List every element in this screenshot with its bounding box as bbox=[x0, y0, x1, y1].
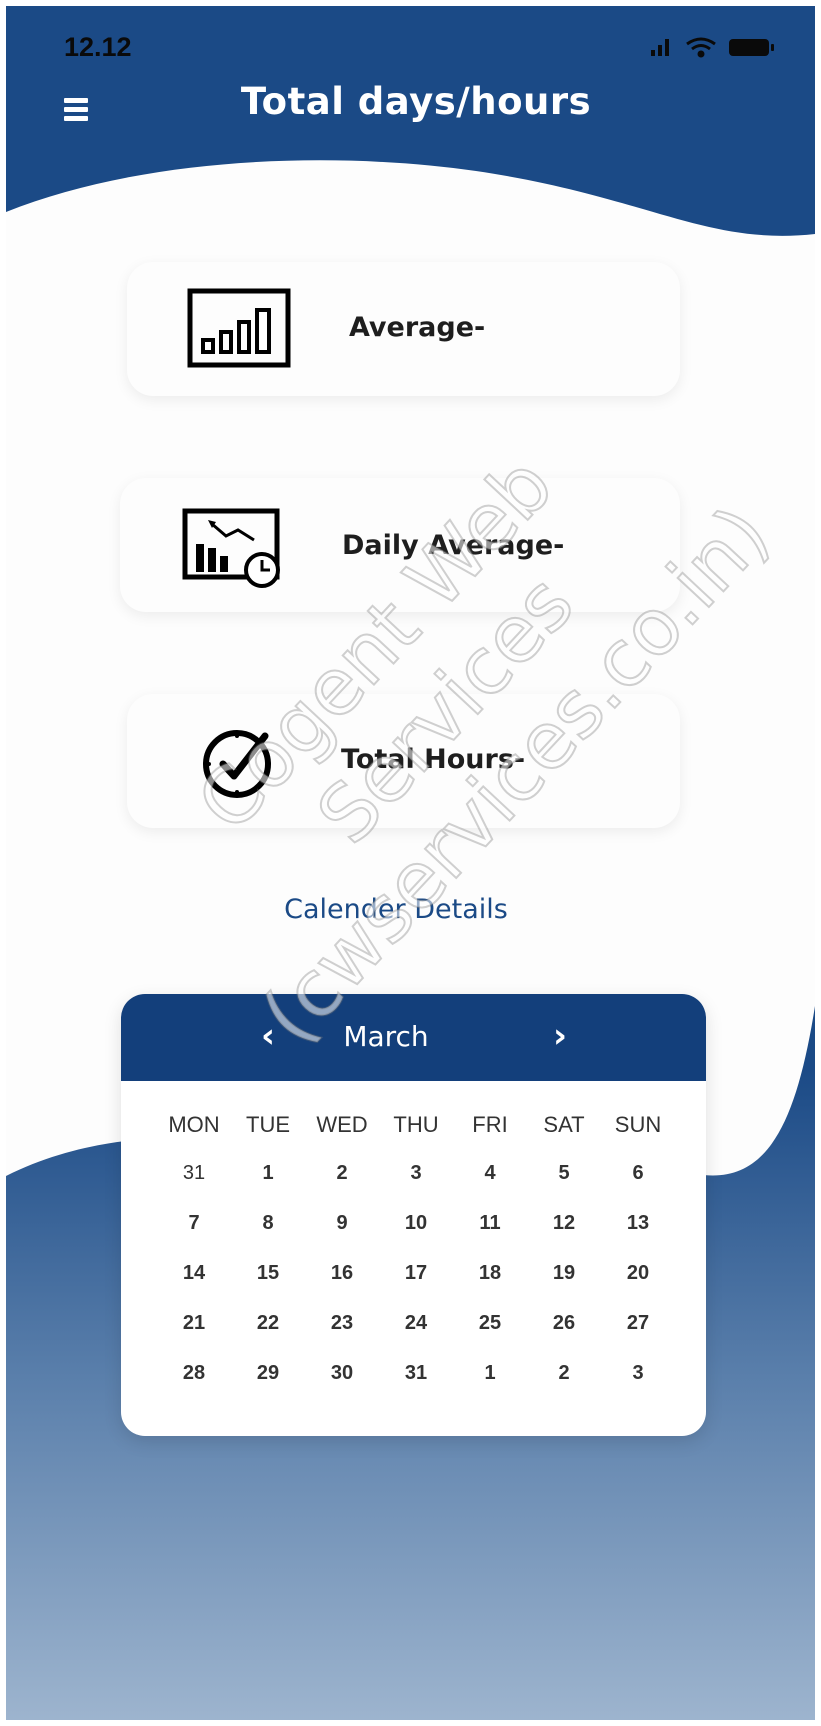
date-cell[interactable]: 23 bbox=[305, 1312, 379, 1335]
average-label: Average- bbox=[349, 312, 486, 343]
status-time: 12.12 bbox=[64, 32, 132, 62]
app-screen: 12.12 Total days/hours Average- Daily Av… bbox=[6, 6, 815, 1720]
date-cell[interactable]: 13 bbox=[601, 1212, 675, 1235]
date-cell[interactable]: 3 bbox=[379, 1162, 453, 1185]
week-row: 14 15 16 17 18 19 20 bbox=[121, 1262, 706, 1312]
calendar-month: March bbox=[343, 1020, 429, 1053]
weekday-label: SUN bbox=[614, 1112, 662, 1137]
hamburger-icon bbox=[64, 98, 88, 121]
date-cell[interactable]: 17 bbox=[379, 1262, 453, 1285]
date-cell[interactable]: 30 bbox=[305, 1362, 379, 1385]
wifi-icon bbox=[686, 37, 716, 58]
date-cell[interactable]: 1 bbox=[231, 1162, 305, 1185]
calendar-details-link[interactable]: Calender Details bbox=[256, 894, 536, 925]
next-month-button[interactable]: › bbox=[553, 1016, 567, 1056]
page-title: Total days/hours bbox=[240, 80, 592, 123]
date-cell[interactable]: 31 bbox=[379, 1362, 453, 1385]
date-cell[interactable]: 11 bbox=[453, 1212, 527, 1235]
date-cell[interactable]: 7 bbox=[157, 1212, 231, 1235]
date-cell[interactable]: 28 bbox=[157, 1362, 231, 1385]
date-cell[interactable]: 14 bbox=[157, 1262, 231, 1285]
signal-icon bbox=[651, 39, 669, 56]
week-row: 31 1 2 3 4 5 6 bbox=[121, 1162, 706, 1212]
weekday-label: SAT bbox=[543, 1112, 585, 1137]
date-cell[interactable]: 3 bbox=[601, 1362, 675, 1385]
daily-average-card[interactable]: Daily Average- bbox=[120, 478, 680, 612]
week-row: 21 22 23 24 25 26 27 bbox=[121, 1312, 706, 1362]
chart-clock-icon bbox=[182, 508, 280, 588]
weekday-label: MON bbox=[168, 1112, 220, 1137]
date-cell[interactable]: 6 bbox=[601, 1162, 675, 1185]
date-cell[interactable]: 16 bbox=[305, 1262, 379, 1285]
date-cell[interactable]: 22 bbox=[231, 1312, 305, 1335]
week-row: 28 29 30 31 1 2 3 bbox=[121, 1362, 706, 1412]
status-bar: 12.12 bbox=[6, 6, 815, 76]
weekday-label: WED bbox=[316, 1112, 368, 1137]
week-row: 7 8 9 10 11 12 13 bbox=[121, 1212, 706, 1262]
calendar-header: ‹ March › bbox=[121, 994, 706, 1081]
status-icons bbox=[651, 37, 774, 58]
weekday-label: FRI bbox=[472, 1112, 508, 1137]
date-cell[interactable]: 4 bbox=[453, 1162, 527, 1185]
calendar: ‹ March › MON TUE WED THU FRI SAT SUN 31… bbox=[121, 994, 706, 1436]
date-cell[interactable]: 26 bbox=[527, 1312, 601, 1335]
weekday-label: TUE bbox=[246, 1112, 290, 1137]
weekday-label: THU bbox=[393, 1112, 439, 1137]
date-cell[interactable]: 21 bbox=[157, 1312, 231, 1335]
total-hours-card[interactable]: Total Hours- bbox=[127, 694, 680, 828]
average-card[interactable]: Average- bbox=[127, 262, 680, 396]
date-cell[interactable]: 24 bbox=[379, 1312, 453, 1335]
date-cell[interactable]: 19 bbox=[527, 1262, 601, 1285]
clock-check-icon bbox=[203, 730, 271, 798]
date-cell[interactable]: 25 bbox=[453, 1312, 527, 1335]
menu-button[interactable] bbox=[62, 94, 92, 124]
daily-average-label: Daily Average- bbox=[342, 530, 565, 561]
date-cell[interactable]: 10 bbox=[379, 1212, 453, 1235]
date-cell[interactable]: 5 bbox=[527, 1162, 601, 1185]
calendar-grid: MON TUE WED THU FRI SAT SUN 31 1 2 3 4 5… bbox=[121, 1112, 706, 1412]
bar-chart-icon bbox=[187, 288, 291, 368]
total-hours-label: Total Hours- bbox=[341, 744, 526, 775]
date-cell[interactable]: 1 bbox=[453, 1362, 527, 1385]
date-cell[interactable]: 2 bbox=[527, 1362, 601, 1385]
date-cell[interactable]: 15 bbox=[231, 1262, 305, 1285]
weekday-row: MON TUE WED THU FRI SAT SUN bbox=[121, 1112, 706, 1162]
date-cell[interactable]: 20 bbox=[601, 1262, 675, 1285]
date-cell[interactable]: 8 bbox=[231, 1212, 305, 1235]
date-cell[interactable]: 18 bbox=[453, 1262, 527, 1285]
prev-month-button[interactable]: ‹ bbox=[261, 1016, 275, 1056]
date-cell[interactable]: 2 bbox=[305, 1162, 379, 1185]
date-cell[interactable]: 29 bbox=[231, 1362, 305, 1385]
date-cell[interactable]: 31 bbox=[157, 1162, 231, 1185]
battery-icon bbox=[729, 39, 774, 56]
date-cell[interactable]: 12 bbox=[527, 1212, 601, 1235]
date-cell[interactable]: 27 bbox=[601, 1312, 675, 1335]
date-cell[interactable]: 9 bbox=[305, 1212, 379, 1235]
